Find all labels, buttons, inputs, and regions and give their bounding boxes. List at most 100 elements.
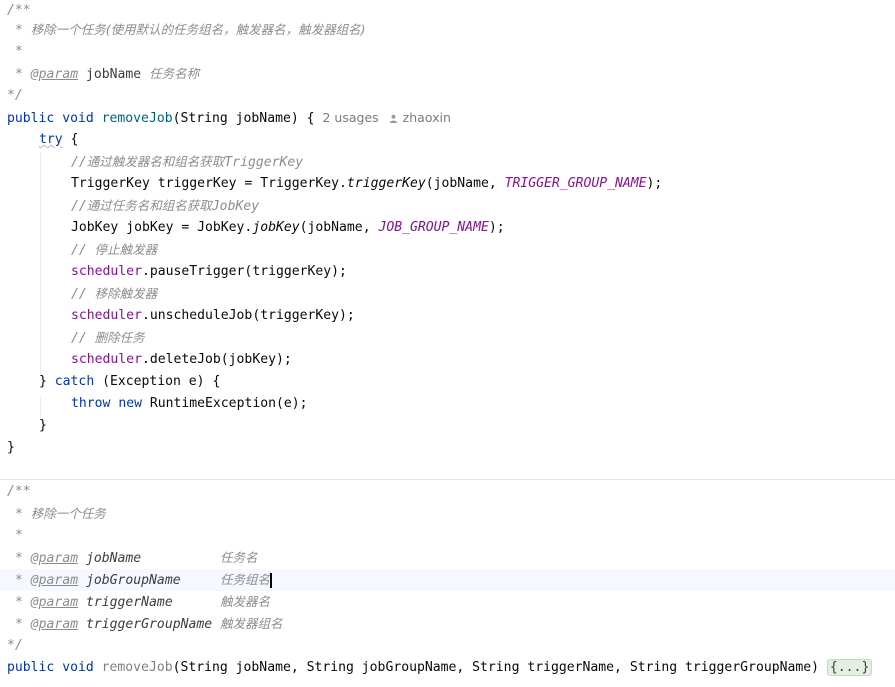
line-comment-text: 删除任务 — [94, 330, 145, 345]
doc-comment-star: * — [15, 551, 23, 566]
keyword-void: void — [62, 660, 94, 675]
line-comment-text: 停止触发器 — [94, 242, 158, 257]
doc-description: 移除一个任务(使用默认的任务组名，触发器名，触发器组名) — [30, 22, 366, 37]
code-line[interactable]: // 删除任务 — [0, 327, 895, 349]
line-comment-tail: JobKey — [211, 199, 260, 214]
doc-param-padding — [212, 617, 220, 632]
code-line[interactable]: public void removeJob(String jobName, St… — [0, 657, 895, 679]
code-line[interactable]: } catch (Exception e) { — [0, 371, 895, 393]
doc-param-padding — [141, 551, 220, 566]
code-line[interactable]: // 停止触发器 — [0, 239, 895, 261]
code-line[interactable]: /** — [0, 481, 895, 503]
code-text: } — [39, 374, 55, 389]
method-params: (String jobName) { — [172, 111, 315, 126]
code-line[interactable]: TriggerKey triggerKey = TriggerKey.trigg… — [0, 173, 895, 195]
doc-comment-close: */ — [7, 638, 23, 653]
field-scheduler: scheduler — [71, 352, 142, 367]
code-text: (jobName, — [299, 220, 379, 235]
doc-param-desc: 触发器名 — [220, 594, 271, 609]
doc-comment-star: * — [15, 528, 23, 543]
doc-param-name: jobName — [85, 67, 142, 82]
doc-param-desc: 触发器组名 — [220, 616, 283, 631]
code-line[interactable]: scheduler.unscheduleJob(triggerKey); — [0, 305, 895, 327]
code-text: JobKey jobKey = JobKey. — [71, 220, 253, 235]
code-line[interactable]: public void removeJob(String jobName) { 2… — [0, 107, 895, 129]
code-line[interactable]: throw new RuntimeException(e); — [0, 393, 895, 415]
code-line[interactable]: */ — [0, 635, 895, 657]
doc-param-tag: @param — [30, 595, 79, 610]
doc-param-desc: 任务组名 — [220, 572, 271, 587]
line-comment-slashes: // — [71, 243, 95, 258]
keyword-try: try — [39, 132, 63, 147]
keyword-public: public — [7, 660, 55, 675]
code-line[interactable]: */ — [0, 85, 895, 107]
brace: } — [39, 418, 47, 433]
author-icon — [389, 114, 397, 123]
doc-comment-star: * — [15, 44, 23, 59]
doc-param-tag: @param — [30, 67, 79, 82]
method-separator — [0, 479, 895, 480]
code-line[interactable]: //通过触发器名和组名获取TriggerKey — [0, 151, 895, 173]
field-scheduler: scheduler — [71, 308, 142, 323]
code-line[interactable]: * — [0, 41, 895, 63]
line-comment-tail: TriggerKey — [224, 155, 304, 170]
doc-param-name: triggerGroupName — [85, 617, 213, 632]
code-line[interactable]: * — [0, 525, 895, 547]
brace: { — [62, 132, 79, 147]
code-line[interactable]: scheduler.pauseTrigger(triggerKey); — [0, 261, 895, 283]
method-name[interactable]: removeJob — [102, 660, 173, 675]
doc-description: 移除一个任务 — [30, 506, 106, 521]
code-line[interactable]: //通过任务名和组名获取JobKey — [0, 195, 895, 217]
folded-code-block[interactable]: {...} — [826, 659, 873, 676]
field-scheduler: scheduler — [71, 264, 142, 279]
usages-inlay-hint[interactable]: 2 usages — [323, 110, 379, 125]
code-text: .deleteJob(jobKey); — [141, 352, 292, 367]
doc-param-name: jobName — [85, 551, 142, 566]
code-line[interactable]: * @param jobName 任务名 — [0, 547, 895, 569]
line-comment-slashes: // — [71, 199, 87, 214]
keyword-public: public — [7, 111, 55, 126]
code-line[interactable]: JobKey jobKey = JobKey.jobKey(jobName, J… — [0, 217, 895, 239]
code-line[interactable]: scheduler.deleteJob(jobKey); — [0, 349, 895, 371]
doc-comment-star: * — [15, 595, 23, 610]
method-name[interactable]: removeJob — [102, 111, 173, 126]
code-text: ); — [488, 220, 505, 235]
code-line[interactable]: } — [0, 437, 895, 459]
code-text: ); — [646, 176, 663, 191]
doc-comment-close: */ — [7, 88, 23, 103]
code-line-current[interactable]: * @param jobGroupName 任务组名 — [0, 569, 895, 591]
code-line[interactable]: * @param jobName 任务名称 — [0, 63, 895, 85]
doc-comment-star: * — [15, 67, 23, 82]
line-comment-slashes: // — [71, 331, 95, 346]
code-editor[interactable]: /** * 移除一个任务(使用默认的任务组名，触发器名，触发器组名) * * @… — [0, 0, 895, 687]
line-comment-text: 移除触发器 — [94, 286, 158, 301]
doc-comment-star: * — [15, 573, 23, 588]
doc-comment-star: * — [15, 23, 23, 38]
code-line[interactable]: } — [0, 415, 895, 437]
keyword-void: void — [62, 111, 94, 126]
code-line[interactable]: // 移除触发器 — [0, 283, 895, 305]
static-method-call: triggerKey — [346, 176, 426, 191]
line-comment-slashes: // — [71, 155, 87, 170]
author-inlay-hint[interactable]: zhaoxin — [403, 110, 451, 125]
keyword-new: new — [118, 396, 142, 411]
method-params: (String jobName, String jobGroupName, St… — [172, 660, 827, 675]
code-line[interactable]: * @param triggerGroupName 触发器组名 — [0, 613, 895, 635]
doc-comment-open: /** — [7, 484, 31, 499]
doc-param-tag: @param — [30, 551, 79, 566]
constant: TRIGGER_GROUP_NAME — [504, 176, 647, 191]
code-text: RuntimeException(e); — [141, 396, 308, 411]
code-text: .unscheduleJob(triggerKey); — [141, 308, 355, 323]
line-comment-text: 通过触发器名和组名获取 — [86, 154, 225, 169]
keyword-catch: catch — [54, 374, 95, 389]
code-line[interactable]: * @param triggerName 触发器名 — [0, 591, 895, 613]
doc-param-tag: @param — [30, 617, 79, 632]
static-method-call: jobKey — [252, 220, 300, 235]
text-caret — [270, 573, 272, 588]
keyword-throw: throw — [71, 396, 111, 411]
code-line[interactable]: * 移除一个任务(使用默认的任务组名，触发器名，触发器组名) — [0, 19, 895, 41]
code-line[interactable]: * 移除一个任务 — [0, 503, 895, 525]
doc-comment-open: /** — [7, 3, 31, 18]
code-line[interactable]: try { — [0, 129, 895, 151]
doc-param-name: triggerName — [85, 595, 173, 610]
